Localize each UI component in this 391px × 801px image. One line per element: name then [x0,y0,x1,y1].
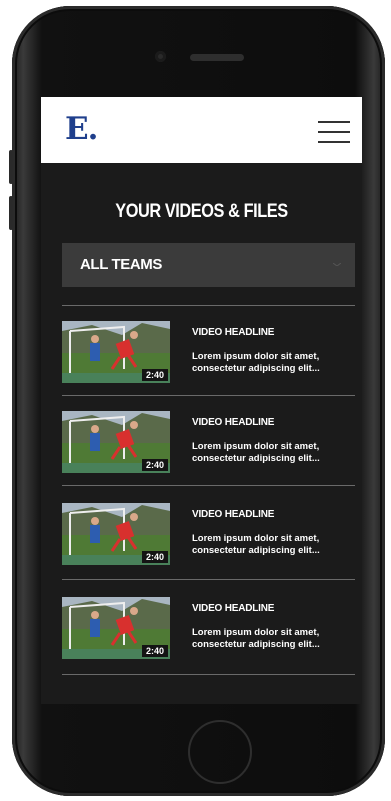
video-thumbnail[interactable]: 2:40 [62,503,170,565]
front-camera [155,51,166,62]
video-list-item[interactable]: 2:40 VIDEO HEADLINE Lorem ipsum dolor si… [62,397,355,487]
team-filter-dropdown[interactable]: ALL TEAMS [62,243,355,287]
video-description: Lorem ipsum dolor sit amet, consectetur … [192,351,320,374]
video-headline[interactable]: VIDEO HEADLINE [192,327,274,338]
earpiece-speaker [190,54,244,61]
video-description: Lorem ipsum dolor sit amet, consectetur … [192,441,320,464]
hamburger-menu-icon[interactable] [318,119,350,145]
volume-button [9,196,13,230]
divider [62,395,355,396]
video-duration: 2:40 [141,645,168,657]
video-headline[interactable]: VIDEO HEADLINE [192,603,274,614]
video-headline[interactable]: VIDEO HEADLINE [192,417,274,428]
video-duration: 2:40 [141,551,168,563]
app-screen: E. YOUR VIDEOS & FILES ALL TEAMS 2:40 VI… [41,97,362,704]
chevron-down-icon [333,263,341,266]
divider [62,305,355,306]
video-description: Lorem ipsum dolor sit amet, consectetur … [192,627,320,650]
volume-button [9,150,13,184]
video-list-item[interactable]: 2:40 VIDEO HEADLINE Lorem ipsum dolor si… [62,583,355,673]
video-duration: 2:40 [141,369,168,381]
video-thumbnail[interactable]: 2:40 [62,597,170,659]
video-thumbnail[interactable]: 2:40 [62,321,170,383]
divider [62,485,355,486]
team-filter-label: ALL TEAMS [80,256,162,273]
brand-logo[interactable]: E. [65,111,98,147]
video-list-item[interactable]: 2:40 VIDEO HEADLINE Lorem ipsum dolor si… [62,489,355,579]
divider [62,579,355,580]
app-header: E. [41,97,362,163]
divider [62,674,355,675]
home-button[interactable] [188,720,252,784]
video-list-item[interactable]: 2:40 VIDEO HEADLINE Lorem ipsum dolor si… [62,307,355,397]
video-description: Lorem ipsum dolor sit amet, consectetur … [192,533,320,556]
video-duration: 2:40 [141,459,168,471]
page-title: YOUR VIDEOS & FILES [115,201,288,222]
video-headline[interactable]: VIDEO HEADLINE [192,509,274,520]
video-thumbnail[interactable]: 2:40 [62,411,170,473]
